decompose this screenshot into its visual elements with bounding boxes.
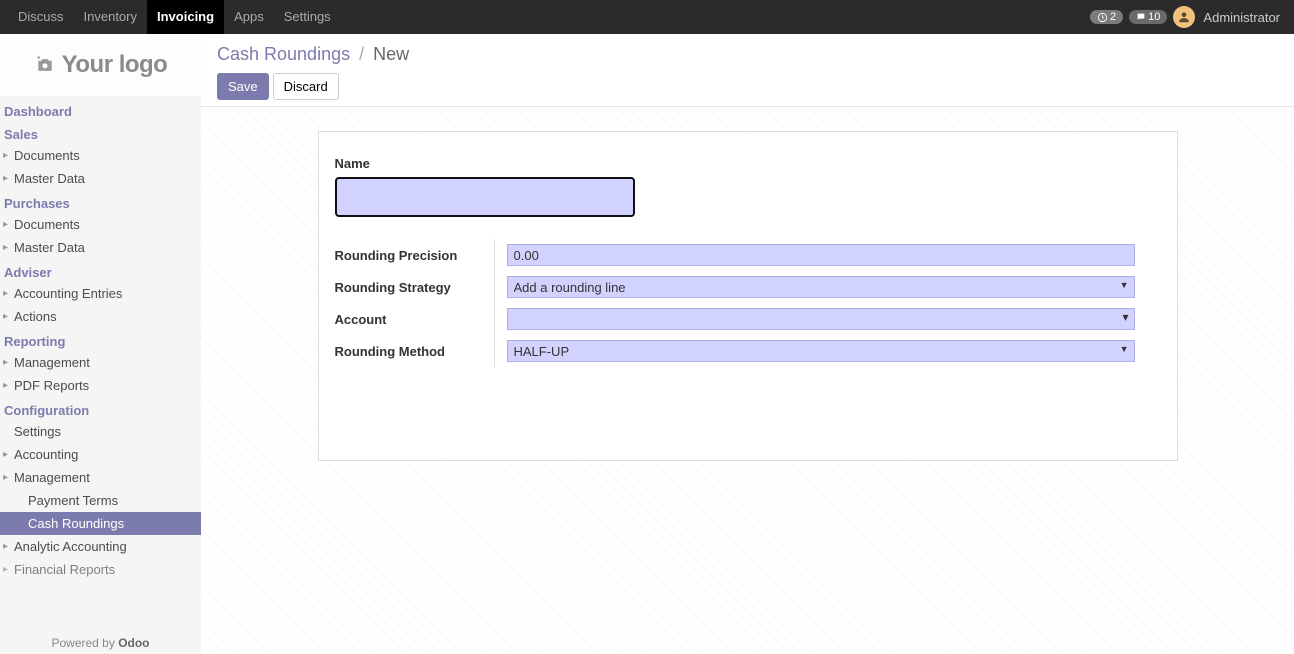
save-button[interactable]: Save	[217, 73, 269, 100]
form-area: Name Rounding Precision Rounding Strateg…	[201, 107, 1294, 654]
rounding-precision-input[interactable]	[507, 244, 1135, 266]
logo-area[interactable]: Your logo	[0, 34, 201, 96]
logo-text: Your logo	[62, 51, 168, 79]
menu-sales[interactable]: Sales	[0, 121, 201, 144]
menu-actions[interactable]: Actions	[0, 305, 201, 328]
menu-config-management[interactable]: Management	[0, 466, 201, 489]
breadcrumb-bar: Cash Roundings / New Save Discard	[201, 34, 1294, 107]
menu-adviser[interactable]: Adviser	[0, 259, 201, 282]
discard-button[interactable]: Discard	[273, 73, 339, 100]
menu-config-accounting[interactable]: Accounting	[0, 443, 201, 466]
menu-pdf-reports[interactable]: PDF Reports	[0, 374, 201, 397]
menu-accounting-entries[interactable]: Accounting Entries	[0, 282, 201, 305]
messages-badge[interactable]: 10	[1129, 10, 1167, 24]
menu-purchases-masterdata[interactable]: Master Data	[0, 236, 201, 259]
menu-configuration[interactable]: Configuration	[0, 397, 201, 420]
sidebar-menu: Dashboard Sales Documents Master Data Pu…	[0, 96, 201, 632]
nav-left: Discuss Inventory Invoicing Apps Setting…	[8, 0, 341, 34]
activity-count: 2	[1110, 11, 1116, 23]
activity-badge[interactable]: 2	[1090, 10, 1123, 24]
avatar[interactable]	[1173, 6, 1195, 28]
name-input[interactable]	[335, 177, 635, 217]
chat-icon	[1136, 12, 1146, 22]
nav-invoicing[interactable]: Invoicing	[147, 0, 224, 34]
action-buttons: Save Discard	[217, 73, 1278, 100]
menu-financial-reports[interactable]: Financial Reports	[0, 558, 201, 581]
clock-icon	[1097, 12, 1108, 23]
menu-purchases-documents[interactable]: Documents	[0, 213, 201, 236]
breadcrumb-link[interactable]: Cash Roundings	[217, 44, 350, 64]
menu-payment-terms[interactable]: Payment Terms	[0, 489, 201, 512]
breadcrumb: Cash Roundings / New	[217, 44, 1278, 65]
account-input[interactable]	[507, 308, 1135, 330]
messages-count: 10	[1148, 11, 1160, 23]
account-label: Account	[335, 312, 387, 327]
rounding-method-label: Rounding Method	[335, 344, 445, 359]
rounding-method-select[interactable]: HALF-UP	[507, 340, 1135, 362]
nav-right: 2 10 Administrator	[1090, 6, 1286, 28]
menu-reporting[interactable]: Reporting	[0, 328, 201, 351]
menu-cash-roundings[interactable]: Cash Roundings	[0, 512, 201, 535]
camera-icon	[34, 55, 56, 75]
menu-dashboard[interactable]: Dashboard	[0, 98, 201, 121]
sidebar: Your logo Dashboard Sales Documents Mast…	[0, 34, 201, 654]
menu-management[interactable]: Management	[0, 351, 201, 374]
nav-inventory[interactable]: Inventory	[74, 0, 147, 34]
nav-apps[interactable]: Apps	[224, 0, 274, 34]
menu-sales-masterdata[interactable]: Master Data	[0, 167, 201, 190]
content-area: Cash Roundings / New Save Discard Name	[201, 34, 1294, 654]
powered-by: Powered by Odoo	[0, 632, 201, 654]
menu-analytic-accounting[interactable]: Analytic Accounting	[0, 535, 201, 558]
rounding-strategy-label: Rounding Strategy	[335, 280, 451, 295]
breadcrumb-sep: /	[355, 44, 368, 64]
username-label[interactable]: Administrator	[1201, 10, 1286, 25]
menu-purchases[interactable]: Purchases	[0, 190, 201, 213]
breadcrumb-current: New	[373, 44, 409, 64]
form-sheet: Name Rounding Precision Rounding Strateg…	[318, 131, 1178, 461]
user-icon	[1177, 10, 1191, 24]
menu-sales-documents[interactable]: Documents	[0, 144, 201, 167]
nav-settings[interactable]: Settings	[274, 0, 341, 34]
rounding-strategy-select[interactable]: Add a rounding line	[507, 276, 1135, 298]
nav-discuss[interactable]: Discuss	[8, 0, 74, 34]
top-navbar: Discuss Inventory Invoicing Apps Setting…	[0, 0, 1294, 34]
menu-config-settings[interactable]: Settings	[0, 420, 201, 443]
rounding-precision-label: Rounding Precision	[335, 248, 458, 263]
name-label: Name	[335, 156, 1161, 171]
